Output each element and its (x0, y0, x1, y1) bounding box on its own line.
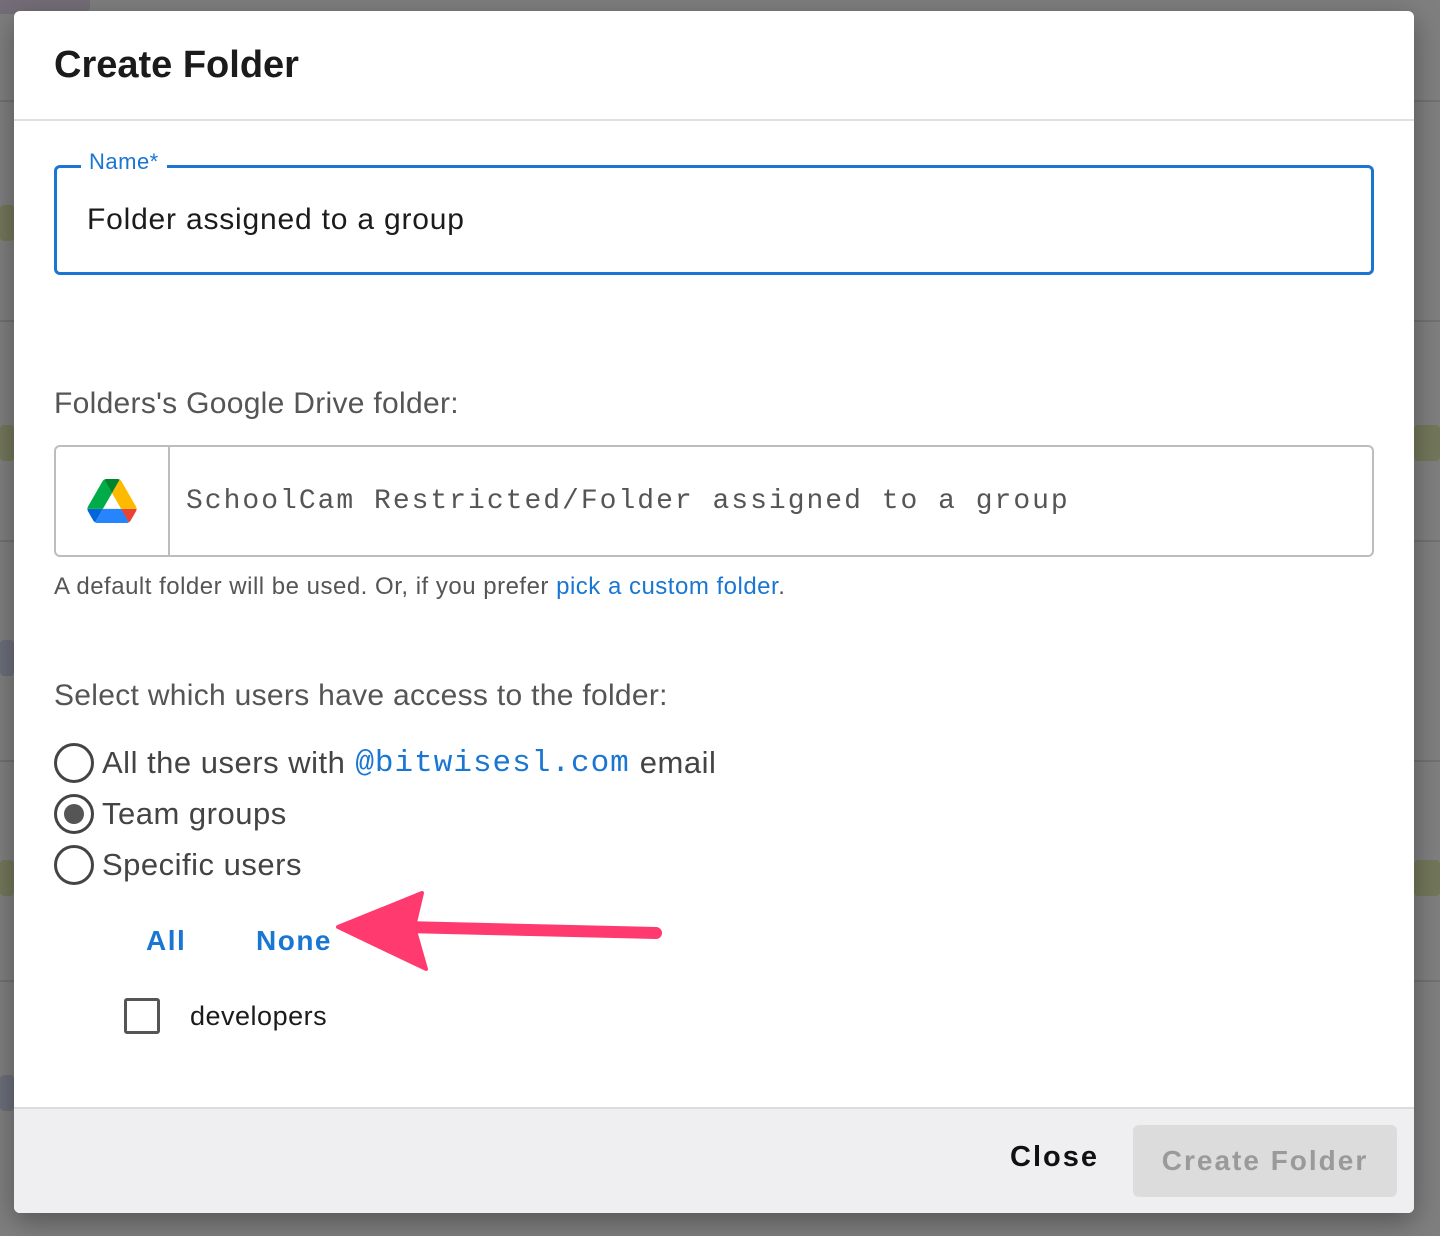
dialog-footer: Close Create Folder (14, 1107, 1414, 1213)
radio-all-suffix: email (639, 745, 717, 780)
radio-specific-users-circle[interactable] (54, 845, 94, 885)
create-folder-button[interactable]: Create Folder (1133, 1125, 1397, 1197)
developers-label: developers (190, 1000, 328, 1031)
helper-prefix: A default folder will be used. Or, if yo… (54, 573, 557, 600)
radio-all-domain-users-circle[interactable] (54, 743, 94, 783)
annotation-arrow-icon (336, 891, 662, 971)
access-label: Select which users have access to the fo… (54, 679, 668, 712)
email-domain: @bitwisesl.com (355, 745, 630, 781)
dialog-title: Create Folder (54, 43, 299, 86)
radio-all-domain-users[interactable]: All the users with @bitwisesl.com email (54, 743, 716, 783)
radio-team-groups[interactable]: Team groups (54, 794, 287, 834)
drive-folder-box: SchoolCam Restricted/Folder assigned to … (54, 445, 1374, 557)
radio-team-groups-circle[interactable] (54, 794, 94, 834)
drive-icon-cell (56, 447, 170, 555)
select-none-button[interactable]: None (256, 925, 332, 957)
name-field[interactable]: Name* (54, 149, 1374, 275)
drive-folder-path: SchoolCam Restricted/Folder assigned to … (186, 485, 1070, 517)
close-button[interactable]: Close (1010, 1141, 1099, 1174)
pick-custom-folder-link[interactable]: pick a custom folder (556, 573, 778, 600)
group-checkbox-developers[interactable]: developers (124, 998, 327, 1034)
radio-specific-users-label: Specific users (102, 847, 302, 882)
name-input[interactable] (87, 168, 1351, 272)
developers-checkbox[interactable] (124, 998, 160, 1034)
drive-folder-label: Folders's Google Drive folder: (54, 387, 459, 420)
radio-team-groups-label: Team groups (102, 796, 287, 831)
select-all-button[interactable]: All (146, 925, 186, 957)
dialog-body: Name* Folders's Google Drive folder: Sch… (14, 121, 1414, 1107)
radio-specific-users[interactable]: Specific users (54, 845, 302, 885)
drive-helper-text: A default folder will be used. Or, if yo… (54, 573, 785, 601)
radio-all-prefix: All the users with (102, 745, 346, 780)
google-drive-icon (87, 479, 137, 523)
helper-suffix: . (778, 573, 786, 600)
dialog-header: Create Folder (14, 11, 1414, 121)
create-folder-dialog: Create Folder Name* Folders's Google Dri… (14, 11, 1414, 1213)
